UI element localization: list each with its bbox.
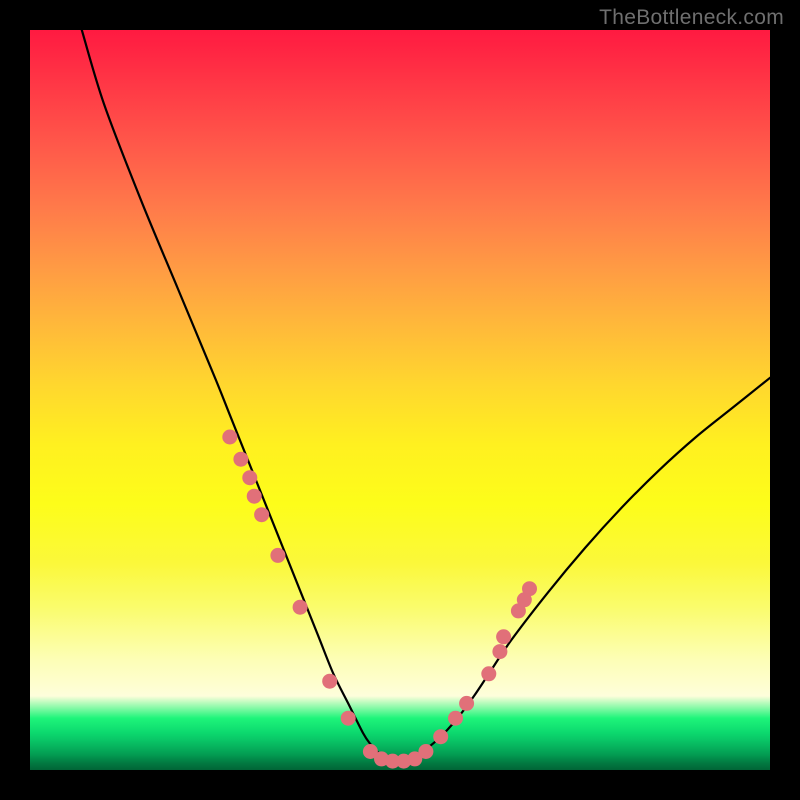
watermark-text: TheBottleneck.com <box>599 6 784 30</box>
curve-dot <box>459 696 474 711</box>
curve-dot <box>418 744 433 759</box>
curve-dot <box>270 548 285 563</box>
curve-dot <box>496 629 511 644</box>
curve-dot <box>481 666 496 681</box>
curve-dot <box>322 674 337 689</box>
curve-dot <box>448 711 463 726</box>
curve-dot <box>492 644 507 659</box>
plot-area <box>30 30 770 770</box>
curve-dot <box>341 711 356 726</box>
curve-dot <box>254 507 269 522</box>
curve-dot <box>242 470 257 485</box>
chart-stage: TheBottleneck.com <box>0 0 800 800</box>
curve-dot <box>522 581 537 596</box>
curve-dots <box>222 430 537 769</box>
curve-dot <box>222 430 237 445</box>
curve-dot <box>233 452 248 467</box>
chart-svg <box>30 30 770 770</box>
curve-dot <box>247 489 262 504</box>
curve-dot <box>433 729 448 744</box>
curve-dot <box>293 600 308 615</box>
bottleneck-curve <box>82 30 770 761</box>
